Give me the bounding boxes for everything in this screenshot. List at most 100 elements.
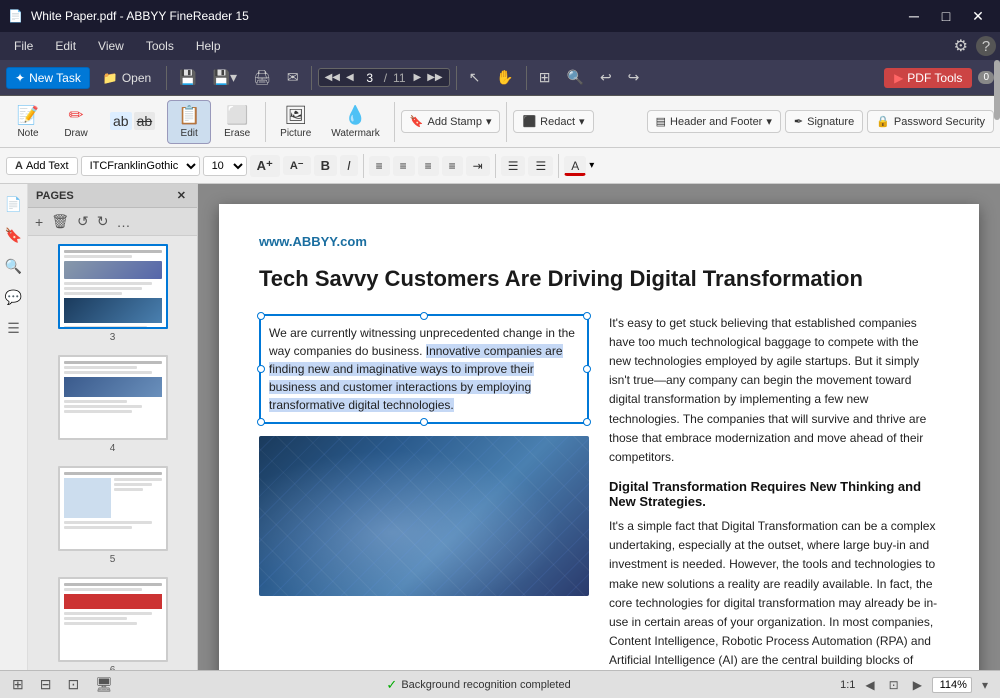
delete-page-icon[interactable]: 🗑 [48,211,72,232]
rotate-page-icon[interactable]: ↺ [74,211,92,232]
window-title: White Paper.pdf - ABBYY FineReader 15 [31,9,249,23]
zoom-tool-button[interactable]: 🔍 [561,66,590,89]
header-footer-button[interactable]: ▤ Header and Footer ▾ [647,110,781,133]
status-icon-2[interactable]: ⊟ [36,674,56,695]
pdf-viewport[interactable]: www.ABBYY.com Tech Savvy Customers Are D… [198,184,1000,670]
restore-button[interactable]: □ [932,5,960,27]
handle-bottom-mid[interactable] [420,418,428,426]
handle-bottom-left[interactable] [257,418,265,426]
zoom-dropdown-button[interactable]: ▾ [978,677,992,693]
minimize-button[interactable]: ─ [900,5,928,27]
thumb-image-5 [58,466,168,551]
picture-tool-button[interactable]: 🖼 Picture [272,101,319,143]
watermark-tool-button[interactable]: 💧 Watermark [323,101,388,143]
handle-mid-left[interactable] [257,365,265,373]
more-options-icon[interactable]: … [113,212,133,232]
cursor-tool-button[interactable]: ↖ [463,66,487,89]
font-select[interactable]: ITCFranklinGothic [81,156,200,176]
close-panel-icon[interactable]: ✕ [174,188,189,203]
separator2 [311,66,312,90]
print-button[interactable]: 🖨 [247,66,277,89]
handle-top-left[interactable] [257,312,265,320]
align-left-button[interactable]: ≡ [369,156,390,176]
email-button[interactable]: ✉ [281,66,305,89]
zoom-reset-button[interactable]: ⊡ [885,677,903,693]
align-center-button[interactable]: ≡ [393,156,415,176]
page-input[interactable]: 3 [358,71,382,85]
add-text-button[interactable]: A Add Text [6,157,78,175]
bullet-list-button[interactable]: ☰ [501,156,526,176]
text-color-button[interactable]: A [564,156,586,176]
menu-edit[interactable]: Edit [45,35,86,57]
font-size-select[interactable]: 10 [203,156,247,176]
layers-icon[interactable]: ☰ [3,316,24,341]
save-button[interactable]: 💾 [173,66,202,89]
handle-mid-right[interactable] [583,365,591,373]
close-button[interactable]: ✕ [964,5,992,27]
first-page-button[interactable]: ◀◀ [323,70,342,85]
open-button[interactable]: 📁 Open [94,67,160,89]
undo-button[interactable]: ↩ [594,66,618,89]
last-page-button[interactable]: ▶▶ [425,70,444,85]
number-list-button[interactable]: ☰ [528,156,553,176]
bold-button[interactable]: B [314,155,337,176]
new-task-button[interactable]: ✦ New Task [6,67,90,89]
status-icon-3[interactable]: ⊡ [63,674,83,695]
status-icon-1[interactable]: ⊞ [8,674,28,695]
signature-button[interactable]: ✒ Signature [785,110,863,133]
rotate-page-cw-icon[interactable]: ↻ [94,211,112,232]
edit-tool-button[interactable]: 📋 Edit [167,100,211,144]
zoom-in-button[interactable]: ▶ [909,677,926,693]
password-security-button[interactable]: 🔒 Password Security [867,110,994,133]
zoom-value[interactable]: 114% [932,677,972,693]
draw-tool-button[interactable]: ✏ Draw [54,101,98,143]
align-right-button[interactable]: ≡ [418,156,439,176]
text-selection-box[interactable]: We are currently witnessing unprecedente… [259,314,589,424]
grow-font-button[interactable]: A⁺ [250,155,280,177]
thumb-image-4 [58,355,168,440]
indent-button[interactable]: ⇥ [466,156,490,176]
page-thumbnail-6[interactable]: 6 [58,577,168,670]
status-icon-4[interactable]: 🖥 [91,674,117,695]
page-thumbnail-4[interactable]: 4 [58,355,168,454]
menu-file[interactable]: File [4,35,43,57]
help-icon[interactable]: ? [976,36,996,56]
menu-help[interactable]: Help [186,35,231,57]
pdf-left-column: We are currently witnessing unprecedente… [259,314,589,670]
redo-button[interactable]: ↪ [622,66,646,89]
italic-button[interactable]: I [340,155,358,176]
page-thumbnail-5[interactable]: 5 [58,466,168,565]
page-thumbnail-3[interactable]: 3 [58,244,168,343]
justify-button[interactable]: ≡ [442,156,463,176]
view-mode-button[interactable]: ⊞ [533,66,557,89]
menu-view[interactable]: View [88,35,134,57]
handle-top-right[interactable] [583,312,591,320]
save-as-button[interactable]: 💾▾ [207,66,243,89]
comments-icon[interactable]: 💬 [1,285,26,310]
handle-bottom-right[interactable] [583,418,591,426]
fmt-sep1 [363,154,364,178]
text-color-dropdown-icon[interactable]: ▾ [589,160,594,171]
redact-button[interactable]: ⬛ Redact ▾ [513,110,593,133]
handle-top-mid[interactable] [420,312,428,320]
note-label: Note [17,128,38,139]
section-title: Digital Transformation Requires New Thin… [609,479,939,509]
add-page-icon[interactable]: + [32,212,46,232]
menu-tools[interactable]: Tools [136,35,184,57]
note-tool-button[interactable]: 📝 Note [6,101,50,143]
zoom-out-button[interactable]: ◀ [861,677,878,693]
bookmarks-icon[interactable]: 🔖 [1,223,26,248]
shrink-font-button[interactable]: A⁻ [283,156,311,175]
add-stamp-button[interactable]: 🔖 Add Stamp ▾ [401,110,501,133]
search-panel-icon[interactable]: 🔍 [1,254,26,279]
hand-tool-button[interactable]: ✋ [490,66,519,89]
draw2-tool-button[interactable]: ab ab [102,108,163,136]
settings-icon[interactable]: ⚙ [954,36,968,56]
note-icon: 📝 [17,105,39,126]
prev-page-button[interactable]: ◀ [344,70,356,85]
erase-tool-button[interactable]: ⬜ Erase [215,101,259,143]
next-page-button[interactable]: ▶ [412,70,424,85]
pdf-tools-button[interactable]: ▶ PDF Tools [884,68,972,88]
edit-icon: 📋 [178,105,200,126]
pages-panel-icon[interactable]: 📄 [1,192,26,217]
